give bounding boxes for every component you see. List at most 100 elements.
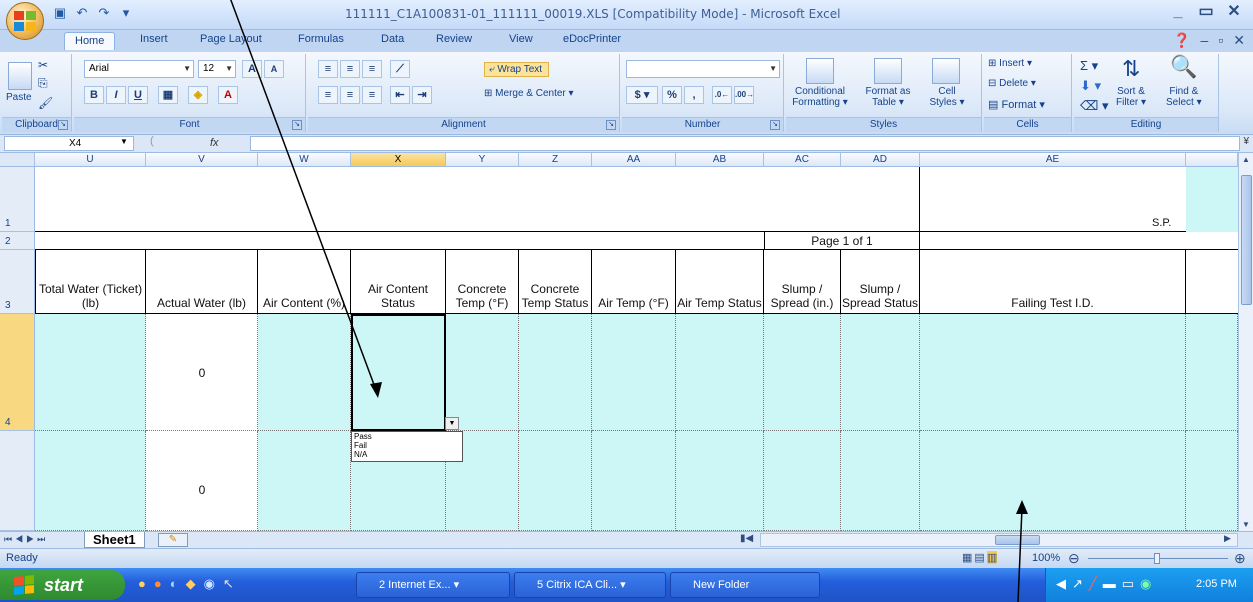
alignment-launcher-icon[interactable]: ↘	[606, 120, 616, 130]
column-header-y[interactable]: Y	[446, 153, 519, 167]
formula-input[interactable]	[250, 136, 1240, 151]
tray-network-icon[interactable]: ↗	[1072, 576, 1083, 592]
save-icon[interactable]: ▣	[52, 5, 68, 21]
align-right-icon[interactable]: ≡	[362, 86, 382, 104]
decrease-indent-icon[interactable]: ⇤	[390, 86, 410, 104]
cell-ac5[interactable]	[764, 431, 841, 531]
delete-cells-button[interactable]: ⊟ Delete ▾	[988, 78, 1036, 89]
column-header-ac[interactable]: AC	[764, 153, 841, 167]
dropdown-option-na[interactable]: N/A	[354, 450, 462, 459]
redo-icon[interactable]: ↷	[96, 5, 112, 21]
cut-icon[interactable]: ✂	[38, 58, 48, 72]
quick-launch-icon-4[interactable]: ◆	[186, 576, 196, 592]
increase-indent-icon[interactable]: ⇥	[412, 86, 432, 104]
sheet-tab-sheet1[interactable]: Sheet1	[84, 532, 145, 548]
cell-z4[interactable]	[519, 314, 592, 431]
ribbon-close-icon[interactable]: ✕	[1233, 32, 1245, 49]
tab-split-icon[interactable]: ▮◀	[740, 533, 753, 544]
tab-data[interactable]: Data	[381, 33, 404, 45]
taskbar-item-citrix[interactable]: 5 Citrix ICA Cli... ▾	[514, 572, 666, 598]
minimize-icon[interactable]: _	[1167, 2, 1189, 22]
tab-view[interactable]: View	[509, 33, 533, 45]
align-center-icon[interactable]: ≡	[340, 86, 360, 104]
validation-dropdown-button[interactable]: ▼	[445, 417, 459, 430]
increase-decimal-icon[interactable]: .0←	[712, 86, 732, 104]
format-painter-icon[interactable]: 🖌	[38, 96, 53, 110]
select-all-corner[interactable]	[0, 153, 35, 167]
sheet-nav-icons[interactable]: ⏮◀▶⏭	[4, 534, 48, 545]
tab-page-layout[interactable]: Page Layout	[200, 33, 262, 45]
ribbon-restore-icon[interactable]: ▫	[1218, 32, 1223, 49]
vertical-scrollbar[interactable]: ▲ ▼	[1238, 153, 1253, 531]
column-header-aa[interactable]: AA	[592, 153, 676, 167]
wrap-text-button[interactable]: ⤶ Wrap Text	[484, 62, 550, 77]
cancel-entry-icon[interactable]: (	[150, 135, 154, 147]
cell-ab5[interactable]	[676, 431, 764, 531]
cell-ac4[interactable]	[764, 314, 841, 431]
taskbar-item-internet-explorer[interactable]: 2 Internet Ex... ▾	[356, 572, 510, 598]
tab-formulas[interactable]: Formulas	[298, 33, 344, 45]
horizontal-scroll-thumb[interactable]	[995, 535, 1040, 545]
font-size-field[interactable]: 12 ▼	[198, 60, 236, 78]
help-icon[interactable]: ❓	[1173, 32, 1190, 49]
cell-u5[interactable]	[35, 431, 146, 531]
comma-button[interactable]: ,	[684, 86, 704, 104]
office-button[interactable]	[6, 2, 44, 40]
clipboard-launcher-icon[interactable]: ↘	[58, 120, 68, 130]
quick-launch-icon-6[interactable]: ↖	[223, 576, 234, 592]
cell-ab4[interactable]	[676, 314, 764, 431]
vertical-scroll-thumb[interactable]	[1241, 175, 1252, 305]
conditional-formatting-button[interactable]: Conditional Formatting ▾	[788, 86, 852, 108]
column-header-af[interactable]	[1186, 153, 1238, 167]
column-header-ad[interactable]: AD	[841, 153, 920, 167]
quick-launch-icon-3[interactable]: ◐	[170, 576, 178, 592]
insert-cells-button[interactable]: ⊞ Insert ▾	[988, 58, 1032, 69]
conditional-formatting-icon[interactable]	[806, 58, 834, 84]
quick-launch-icon-2[interactable]: ●	[154, 576, 162, 592]
column-header-u[interactable]: U	[35, 153, 146, 167]
column-header-ae[interactable]: AE	[920, 153, 1186, 167]
cell-ad4[interactable]	[841, 314, 920, 431]
ribbon-minimize-icon[interactable]: –	[1201, 32, 1209, 49]
tray-wifi-icon[interactable]: ◉	[1140, 576, 1151, 592]
cell-ae4[interactable]	[920, 314, 1186, 431]
paste-icon[interactable]	[8, 62, 32, 90]
tray-monitor-icon[interactable]: ▭	[1122, 576, 1134, 592]
page-break-view-icon[interactable]: ▥	[986, 551, 998, 564]
cell-aa4[interactable]	[592, 314, 676, 431]
cell-y4[interactable]	[446, 314, 519, 431]
dropdown-option-pass[interactable]: Pass	[354, 432, 462, 441]
format-as-table-button[interactable]: Format as Table ▾	[858, 86, 918, 108]
borders-icon[interactable]: ▦	[158, 86, 178, 104]
row-header-3[interactable]: 3	[0, 250, 35, 314]
align-bottom-icon[interactable]: ≡	[362, 60, 382, 78]
percent-button[interactable]: %	[662, 86, 682, 104]
start-button[interactable]: start	[0, 570, 125, 600]
cell-v5[interactable]	[146, 431, 258, 531]
find-select-button[interactable]: Find & Select ▾	[1166, 86, 1202, 108]
tray-expand-icon[interactable]: ◀	[1056, 576, 1066, 592]
zoom-level[interactable]: 100%	[1032, 552, 1060, 564]
currency-button[interactable]: $ ▾	[626, 86, 658, 104]
fill-icon[interactable]: ⬇ ▾	[1080, 78, 1101, 94]
cell-z5[interactable]	[519, 431, 592, 531]
cell-aa5[interactable]	[592, 431, 676, 531]
row-header-4[interactable]: 4	[0, 314, 35, 431]
page-layout-view-icon[interactable]: ▤	[974, 551, 984, 564]
column-header-z[interactable]: Z	[519, 153, 592, 167]
cell-x4-selected[interactable]	[351, 314, 446, 431]
name-box[interactable]: X4	[4, 136, 134, 151]
column-header-ab[interactable]: AB	[676, 153, 764, 167]
italic-icon[interactable]: I	[106, 86, 126, 104]
cell-styles-button[interactable]: Cell Styles ▾	[926, 86, 968, 108]
fill-color-icon[interactable]: ◈	[188, 86, 208, 104]
font-name-field[interactable]: Arial ▼	[84, 60, 194, 78]
quick-launch-icon-5[interactable]: ◉	[204, 576, 215, 592]
scroll-right-icon[interactable]: ▶	[1224, 533, 1231, 544]
bold-icon[interactable]: B	[84, 86, 104, 104]
cell-ad5[interactable]	[841, 431, 920, 531]
name-box-dropdown-icon[interactable]: ▼	[120, 137, 128, 146]
expand-formula-bar-icon[interactable]: ¥	[1243, 136, 1249, 147]
scroll-down-icon[interactable]: ▼	[1242, 520, 1250, 529]
zoom-in-icon[interactable]: ⊕	[1234, 550, 1246, 567]
